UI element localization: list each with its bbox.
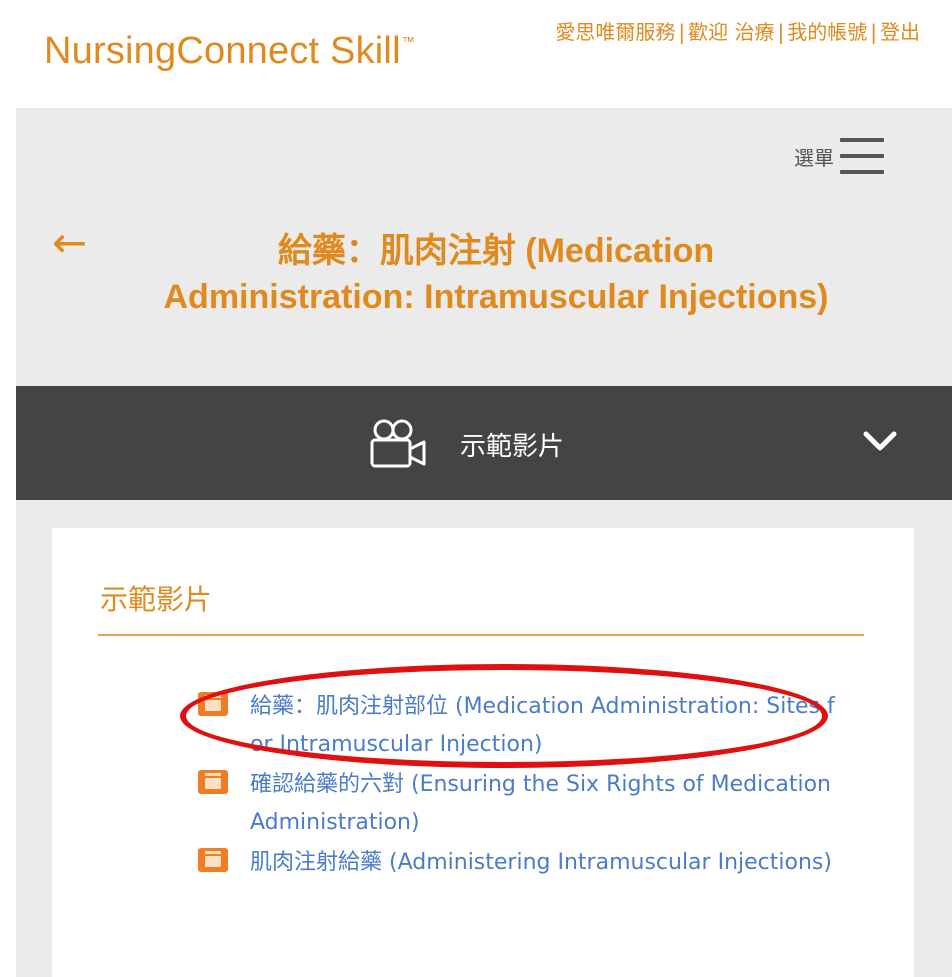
top-links: 愛思唯爾服務 | 歡迎 治療 | 我的帳號 | 登出 xyxy=(555,20,920,44)
video-file-icon xyxy=(198,848,228,872)
video-link-administering-im[interactable]: 肌肉注射給藥 (Administering Intramuscular Inje… xyxy=(250,844,848,882)
video-file-icon xyxy=(198,692,228,716)
title-block: ← 給藥：肌肉注射 (Medication Administration: In… xyxy=(16,202,952,386)
video-list: 給藥：肌肉注射部位 (Medication Administration: Si… xyxy=(198,688,848,884)
trademark-mark: ™ xyxy=(401,34,415,49)
card-divider xyxy=(98,634,864,636)
menu-bar: 選單 xyxy=(16,108,952,202)
card-title: 示範影片 xyxy=(100,583,213,616)
link-welcome-user[interactable]: 歡迎 治療 xyxy=(688,20,774,44)
link-my-account[interactable]: 我的帳號 xyxy=(787,20,867,44)
video-file-icon xyxy=(198,770,228,794)
chevron-down-icon[interactable] xyxy=(862,426,898,456)
link-elsevier-services[interactable]: 愛思唯爾服務 xyxy=(555,20,675,44)
list-item: 肌肉注射給藥 (Administering Intramuscular Inje… xyxy=(198,844,848,882)
site-header: NursingConnect Skill™ 愛思唯爾服務 | 歡迎 治療 | 我的帳號 |… xyxy=(0,0,952,108)
video-link-sites-im-injection[interactable]: 給藥：肌肉注射部位 (Medication Administration: Si… xyxy=(250,688,848,764)
list-item: 給藥：肌肉注射部位 (Medication Administration: Si… xyxy=(198,688,848,764)
menu-label[interactable]: 選單 xyxy=(794,142,834,171)
brand-logo[interactable]: NursingConnect Skill™ xyxy=(44,30,415,73)
section-label: 示範影片 xyxy=(460,432,565,462)
arrow-left-icon[interactable]: ← xyxy=(52,222,87,264)
page-title: 給藥：肌肉注射 (Medication Administration: Intr… xyxy=(163,232,829,316)
list-item: 確認給藥的六對 (Ensuring the Six Rights of Medi… xyxy=(198,766,848,842)
logo-text: NursingConnect Skill xyxy=(44,30,401,72)
link-logout[interactable]: 登出 xyxy=(880,20,920,44)
video-camera-icon xyxy=(370,419,426,468)
video-link-six-rights[interactable]: 確認給藥的六對 (Ensuring the Six Rights of Medi… xyxy=(250,766,848,842)
section-toggle-bar[interactable]: 示範影片 xyxy=(16,386,952,500)
hamburger-icon[interactable] xyxy=(840,138,884,174)
